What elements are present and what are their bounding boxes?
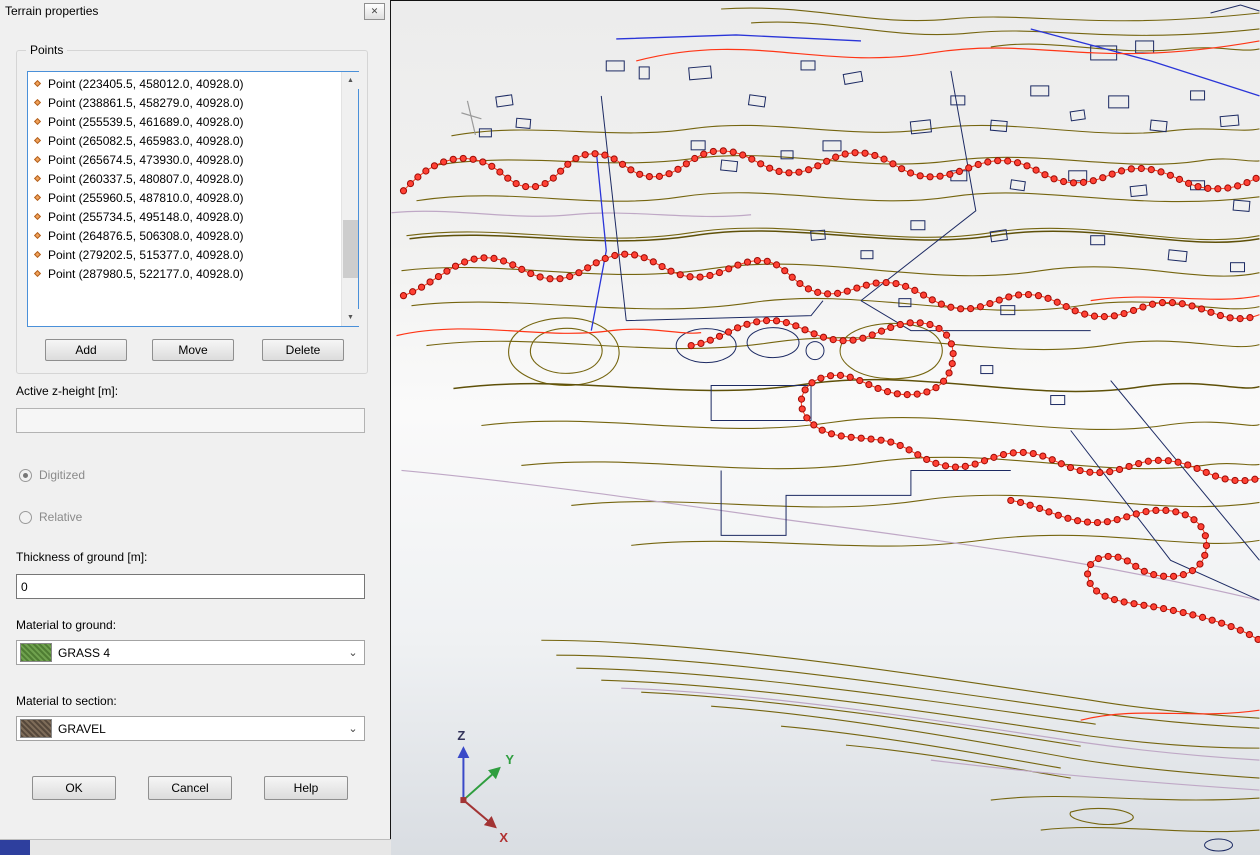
points-group-label: Points: [26, 43, 67, 57]
y-axis-label: Y: [505, 752, 514, 767]
radio-relative-label: Relative: [39, 510, 82, 524]
point-bullet-icon: [34, 156, 41, 163]
point-label: Point (238861.5, 458279.0, 40928.0): [48, 96, 244, 110]
point-label: Point (255734.5, 495148.0, 40928.0): [48, 210, 244, 224]
delete-button[interactable]: Delete: [262, 339, 344, 361]
cancel-button[interactable]: Cancel: [148, 776, 232, 800]
material-ground-value: GRASS 4: [58, 646, 110, 660]
radio-relative-control[interactable]: [19, 511, 32, 524]
thickness-field[interactable]: [16, 574, 365, 599]
thickness-label: Thickness of ground [m]:: [16, 550, 147, 564]
active-z-height-field[interactable]: [16, 408, 365, 433]
point-label: Point (279202.5, 515377.0, 40928.0): [48, 248, 244, 262]
points-list-scrollbar[interactable]: ▲ ▼: [341, 72, 358, 326]
axis-origin-icon: [460, 797, 466, 803]
dock-strip: [0, 839, 391, 855]
z-axis-label: Z: [457, 728, 465, 743]
list-item[interactable]: Point (265674.5, 473930.0, 40928.0): [28, 150, 340, 169]
point-bullet-icon: [34, 270, 41, 277]
scroll-up-icon[interactable]: ▲: [342, 72, 359, 89]
radio-relative[interactable]: Relative: [19, 510, 82, 524]
point-label: Point (265674.5, 473930.0, 40928.0): [48, 153, 244, 167]
digitized-point-strings[interactable]: [403, 151, 1259, 640]
survey-marks: [461, 101, 481, 135]
dialog-title: Terrain properties: [5, 4, 98, 18]
active-z-height-label: Active z-height [m]:: [16, 384, 118, 398]
list-item[interactable]: Point (255960.5, 487810.0, 40928.0): [28, 188, 340, 207]
blue-lines: [591, 29, 1259, 331]
building-footprints: [479, 41, 1250, 405]
point-label: Point (223405.5, 458012.0, 40928.0): [48, 77, 244, 91]
list-item[interactable]: Point (255539.5, 461689.0, 40928.0): [28, 112, 340, 131]
point-label: Point (264876.5, 506308.0, 40928.0): [48, 229, 244, 243]
list-item[interactable]: Point (265082.5, 465983.0, 40928.0): [28, 131, 340, 150]
terrain-properties-dialog: Terrain properties ✕ Points Point (22340…: [0, 0, 391, 855]
contour-lines: [401, 8, 1259, 832]
point-label: Point (255960.5, 487810.0, 40928.0): [48, 191, 244, 205]
gravel-texture-icon: [20, 719, 52, 738]
chevron-down-icon[interactable]: ⌄: [342, 722, 364, 735]
points-list[interactable]: Point (223405.5, 458012.0, 40928.0) Poin…: [27, 71, 359, 327]
list-item[interactable]: Point (264876.5, 506308.0, 40928.0): [28, 226, 340, 245]
point-label: Point (287980.5, 522177.0, 40928.0): [48, 267, 244, 281]
ok-button[interactable]: OK: [32, 776, 116, 800]
point-bullet-icon: [34, 175, 41, 182]
point-bullet-icon: [34, 80, 41, 87]
point-label: Point (260337.5, 480807.0, 40928.0): [48, 172, 244, 186]
add-button[interactable]: Add: [45, 339, 127, 361]
close-button[interactable]: ✕: [364, 3, 385, 20]
terrain-points[interactable]: [400, 148, 1260, 643]
help-button[interactable]: Help: [264, 776, 348, 800]
grass-texture-icon: [20, 643, 52, 662]
material-ground-combobox[interactable]: GRASS 4 ⌄: [16, 640, 365, 665]
points-list-rows: Point (223405.5, 458012.0, 40928.0) Poin…: [28, 74, 340, 326]
chevron-down-icon[interactable]: ⌄: [342, 646, 364, 659]
point-bullet-icon: [34, 194, 41, 201]
points-groupbox: Points Point (223405.5, 458012.0, 40928.…: [16, 50, 368, 374]
point-label: Point (265082.5, 465983.0, 40928.0): [48, 134, 244, 148]
close-icon: ✕: [371, 6, 379, 17]
scroll-down-icon[interactable]: ▼: [342, 309, 359, 326]
material-section-label: Material to section:: [16, 694, 117, 708]
point-bullet-icon: [34, 251, 41, 258]
dock-tab[interactable]: [0, 840, 30, 855]
application-window: Terrain properties ✕ Points Point (22340…: [0, 0, 1260, 855]
material-section-combobox[interactable]: GRAVEL ⌄: [16, 716, 365, 741]
point-bullet-icon: [34, 232, 41, 239]
material-ground-label: Material to ground:: [16, 618, 116, 632]
map-viewport[interactable]: Z Y X: [391, 0, 1260, 855]
point-label: Point (255539.5, 461689.0, 40928.0): [48, 115, 244, 129]
point-bullet-icon: [34, 213, 41, 220]
list-item[interactable]: Point (287980.5, 522177.0, 40928.0): [28, 264, 340, 283]
material-section-value: GRAVEL: [58, 722, 106, 736]
list-item[interactable]: Point (255734.5, 495148.0, 40928.0): [28, 207, 340, 226]
terrain-map-canvas[interactable]: Z Y X: [391, 1, 1260, 855]
list-item[interactable]: Point (279202.5, 515377.0, 40928.0): [28, 245, 340, 264]
x-axis-label: X: [499, 830, 508, 845]
axis-triad-icon: Z Y X: [457, 728, 514, 845]
move-button[interactable]: Move: [152, 339, 234, 361]
point-bullet-icon: [34, 137, 41, 144]
point-bullet-icon: [34, 99, 41, 106]
list-item[interactable]: Point (223405.5, 458012.0, 40928.0): [28, 74, 340, 93]
dialog-title-bar[interactable]: Terrain properties ✕: [0, 0, 390, 22]
red-lines: [397, 41, 1260, 720]
list-item[interactable]: Point (260337.5, 480807.0, 40928.0): [28, 169, 340, 188]
scrollbar-thumb[interactable]: [343, 220, 358, 278]
x-axis-icon: [463, 800, 495, 827]
radio-digitized-label: Digitized: [39, 468, 85, 482]
radio-digitized[interactable]: Digitized: [19, 468, 85, 482]
y-axis-icon: [463, 768, 499, 800]
list-item[interactable]: Point (238861.5, 458279.0, 40928.0): [28, 93, 340, 112]
radio-digitized-control[interactable]: [19, 469, 32, 482]
point-bullet-icon: [34, 118, 41, 125]
